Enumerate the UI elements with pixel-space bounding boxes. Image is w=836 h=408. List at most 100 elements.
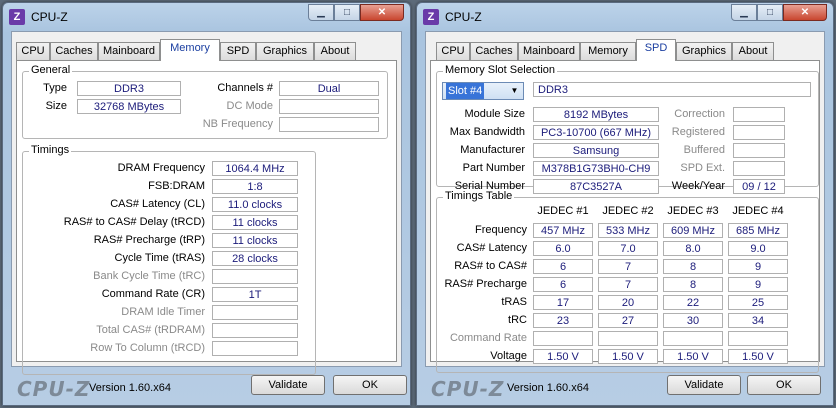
tab-memory[interactable]: Memory: [160, 39, 220, 61]
spd-field-value: PC3-10700 (667 MHz): [533, 125, 659, 140]
cpuz-logo: CPU-Z: [17, 377, 91, 401]
timing-value: 28 clocks: [212, 251, 298, 266]
spd-field-value: 87C3527A: [533, 179, 659, 194]
spd-side-value: [733, 143, 785, 158]
timing-label: DRAM Frequency: [117, 162, 205, 174]
timings-cell: 8: [663, 259, 723, 274]
tab-caches[interactable]: Caches: [50, 42, 98, 60]
timings-cell: 22: [663, 295, 723, 310]
tab-spd[interactable]: SPD: [636, 39, 676, 61]
general-group: General Type DDR3 Size 32768 MBytes Chan…: [22, 64, 388, 139]
type-label: Type: [43, 82, 67, 94]
timing-label: Row To Column (tRCD): [90, 342, 205, 354]
timings-row-label: tRC: [508, 314, 527, 326]
client-area: CPU Caches Mainboard Memory SPD Graphics…: [425, 31, 825, 373]
type-value: DDR3: [77, 81, 181, 96]
timing-value: 11 clocks: [212, 215, 298, 230]
timings-cell: 1.50 V: [728, 349, 788, 364]
validate-button[interactable]: Validate: [667, 375, 741, 395]
cpuz-app-icon[interactable]: Z: [9, 9, 25, 25]
chevron-down-icon[interactable]: ▼: [508, 85, 521, 97]
memory-slot-group: Memory Slot Selection Slot #4 ▼ DDR3 Mod…: [436, 64, 819, 194]
timing-value: [212, 305, 298, 320]
tab-cpu[interactable]: CPU: [436, 42, 470, 60]
window-footer: CPU-Z Version 1.60.x64 Validate OK: [3, 367, 410, 405]
spd-side-label: Buffered: [683, 144, 725, 156]
timings-cell: 6: [533, 277, 593, 292]
timings-cell: 9.0: [728, 241, 788, 256]
tab-caches[interactable]: Caches: [470, 42, 518, 60]
close-button[interactable]: ✕: [360, 4, 404, 21]
maximize-button[interactable]: □: [334, 4, 360, 21]
timings-cell: [663, 331, 723, 346]
general-group-label: General: [29, 64, 73, 76]
spd-side-value: 09 / 12: [733, 179, 785, 194]
timing-value: 1064.4 MHz: [212, 161, 298, 176]
timing-value: [212, 269, 298, 284]
minimize-icon: ▁: [740, 7, 748, 18]
maximize-icon: □: [766, 7, 774, 18]
slot-select-value: Slot #4: [446, 83, 485, 99]
timings-cell: 17: [533, 295, 593, 310]
cpuz-app-icon[interactable]: Z: [423, 9, 439, 25]
timings-cell: 1.50 V: [533, 349, 593, 364]
tab-mainboard[interactable]: Mainboard: [518, 42, 580, 60]
close-button[interactable]: ✕: [783, 4, 827, 21]
timings-row-label: RAS# to CAS#: [454, 260, 527, 272]
timing-label: Cycle Time (tRAS): [114, 252, 205, 264]
tab-about[interactable]: About: [314, 42, 356, 60]
timings-cell: 8: [663, 277, 723, 292]
tab-cpu[interactable]: CPU: [16, 42, 50, 60]
timings-cell: 6.0: [533, 241, 593, 256]
tab-spd[interactable]: SPD: [220, 42, 256, 60]
channels-value: Dual: [279, 81, 379, 96]
timing-label: CAS# Latency (CL): [110, 198, 205, 210]
spd-page: Memory Slot Selection Slot #4 ▼ DDR3 Mod…: [430, 60, 820, 373]
timings-cell: 34: [728, 313, 788, 328]
spd-side-label: Week/Year: [671, 180, 725, 192]
minimize-icon: ▁: [317, 7, 325, 18]
tab-graphics[interactable]: Graphics: [256, 42, 314, 60]
timings-row-label: Frequency: [475, 224, 527, 236]
close-icon: ✕: [377, 7, 387, 18]
timing-label: DRAM Idle Timer: [121, 306, 205, 318]
timings-cell: 6: [533, 259, 593, 274]
timings-cell: 30: [663, 313, 723, 328]
spd-side-value: [733, 107, 785, 122]
title-bar[interactable]: Z CPU-Z ▁ □ ✕: [3, 3, 410, 31]
size-value: 32768 MBytes: [77, 99, 181, 114]
spd-side-value: [733, 161, 785, 176]
timings-column-header: JEDEC #1: [537, 205, 589, 217]
ok-button[interactable]: OK: [747, 375, 821, 395]
client-area: CPU Caches Mainboard Memory SPD Graphics…: [11, 31, 402, 375]
tab-mainboard[interactable]: Mainboard: [98, 42, 160, 60]
timings-cell: 9: [728, 277, 788, 292]
ok-button[interactable]: OK: [333, 375, 407, 395]
timings-cell: 23: [533, 313, 593, 328]
nb-frequency-label: NB Frequency: [202, 118, 273, 130]
timings-cell: [533, 331, 593, 346]
timing-label: Bank Cycle Time (tRC): [93, 270, 205, 282]
spd-field-value: M378B1G73BH0-CH9: [533, 161, 659, 176]
spd-field-value: Samsung: [533, 143, 659, 158]
title-bar[interactable]: Z CPU-Z ▁ □ ✕: [417, 3, 833, 31]
tab-graphics[interactable]: Graphics: [676, 42, 732, 60]
memory-slot-group-label: Memory Slot Selection: [443, 64, 558, 76]
timings-cell: [598, 331, 658, 346]
tab-about[interactable]: About: [732, 42, 774, 60]
timing-value: 11.0 clocks: [212, 197, 298, 212]
minimize-button[interactable]: ▁: [731, 4, 757, 21]
window-title: CPU-Z: [445, 10, 482, 24]
maximize-button[interactable]: □: [757, 4, 783, 21]
slot-select[interactable]: Slot #4 ▼: [442, 82, 524, 100]
channels-label: Channels #: [217, 82, 273, 94]
minimize-button[interactable]: ▁: [308, 4, 334, 21]
window-title: CPU-Z: [31, 10, 68, 24]
validate-button[interactable]: Validate: [251, 375, 325, 395]
spd-field-label: Manufacturer: [460, 144, 525, 156]
spd-side-label: SPD Ext.: [680, 162, 725, 174]
cpuz-window-memory: Z CPU-Z ▁ □ ✕ CPU Caches Mainboard Memor…: [2, 2, 411, 406]
tab-memory[interactable]: Memory: [580, 42, 636, 60]
timings-cell: 7: [598, 259, 658, 274]
timings-cell: 609 MHz: [663, 223, 723, 238]
